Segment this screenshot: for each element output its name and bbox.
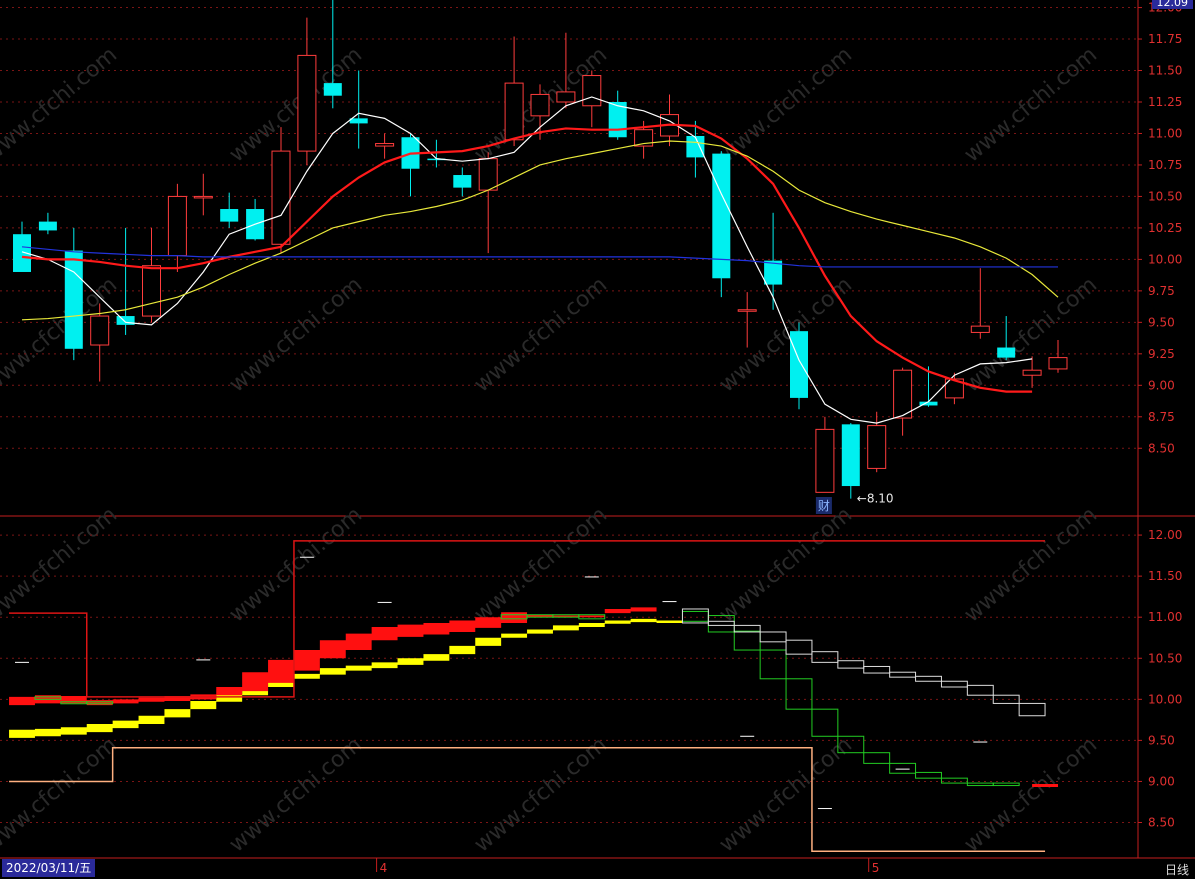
moving-average-line bbox=[21, 96, 1033, 424]
candle-body-up bbox=[582, 75, 602, 107]
indicator-tick-label: 10.00 bbox=[1148, 692, 1182, 706]
price-tick-label: 10.00 bbox=[1148, 252, 1182, 266]
watermark-text: www.cfchi.com bbox=[470, 732, 612, 857]
cursor-date-label: 2022/03/11/五 bbox=[2, 859, 96, 877]
white-box bbox=[966, 684, 994, 696]
price-extreme-label: ←8.10 bbox=[857, 492, 894, 506]
price-tick-label: 11.50 bbox=[1148, 64, 1182, 78]
green-box bbox=[915, 771, 942, 779]
candle-body-up bbox=[530, 93, 550, 117]
price-tick-label: 11.75 bbox=[1148, 32, 1182, 46]
watermark-text: www.cfchi.com bbox=[225, 732, 367, 857]
indicator-tick-label: 9.00 bbox=[1148, 774, 1175, 788]
current-price-tag: 12.09 bbox=[1151, 0, 1193, 9]
candle-body-down bbox=[323, 83, 342, 96]
watermark-text: www.cfchi.com bbox=[0, 42, 122, 167]
candle-body-up bbox=[193, 195, 213, 199]
red-band bbox=[9, 607, 657, 706]
white-box bbox=[889, 671, 917, 678]
candle-body-up bbox=[737, 309, 757, 312]
month-label: 5 bbox=[872, 861, 880, 875]
price-tick-label: 8.75 bbox=[1148, 410, 1175, 424]
price-tick-label: 9.50 bbox=[1148, 315, 1175, 329]
candle-body-up bbox=[504, 82, 524, 141]
candle-body-up bbox=[167, 195, 187, 257]
candle-body-down bbox=[220, 209, 239, 222]
price-tick-label: 10.50 bbox=[1148, 189, 1182, 203]
white-box bbox=[837, 660, 865, 669]
white-box bbox=[940, 680, 968, 688]
candle-body-up bbox=[297, 54, 317, 152]
green-box bbox=[940, 777, 968, 784]
green-box bbox=[889, 762, 917, 774]
period-daily-button[interactable]: 日线 bbox=[1165, 861, 1189, 878]
watermark-text: www.cfchi.com bbox=[715, 502, 857, 627]
watermark-text: www.cfchi.com bbox=[715, 732, 857, 857]
indicator-tick-label: 10.50 bbox=[1148, 651, 1182, 665]
candle-body-up bbox=[142, 265, 161, 317]
candle-body-down bbox=[841, 424, 860, 487]
indicator-tick-label: 11.50 bbox=[1148, 569, 1182, 583]
candle-body-down bbox=[686, 135, 705, 158]
indicator-tick-label: 8.50 bbox=[1148, 816, 1175, 830]
green-box bbox=[966, 782, 994, 787]
candle-body-up bbox=[1022, 369, 1042, 376]
indicator-tick-label: 12.00 bbox=[1148, 528, 1182, 542]
green-box bbox=[785, 678, 813, 710]
white-box bbox=[863, 665, 891, 674]
candle-body-down bbox=[453, 175, 472, 188]
event-marker-label: 财 bbox=[818, 499, 830, 513]
white-box bbox=[915, 675, 942, 682]
candle-body-up bbox=[867, 425, 887, 469]
watermark-text: www.cfchi.com bbox=[470, 502, 612, 627]
watermark-text: www.cfchi.com bbox=[0, 502, 122, 627]
watermark-text: www.cfchi.com bbox=[225, 42, 367, 167]
price-tick-label: 11.25 bbox=[1148, 95, 1182, 109]
green-box bbox=[863, 752, 891, 764]
candle-body-down bbox=[790, 331, 808, 398]
indicator-tick-label: 9.50 bbox=[1148, 733, 1175, 747]
price-tick-label: 9.25 bbox=[1148, 347, 1175, 361]
green-box bbox=[759, 649, 787, 680]
white-box bbox=[759, 631, 787, 643]
watermark-text: www.cfchi.com bbox=[960, 732, 1102, 857]
green-box bbox=[681, 610, 709, 622]
white-box bbox=[811, 651, 839, 663]
chart-canvas[interactable]: www.cfchi.com www.cfchi.com www.cfchi.com w… bbox=[0, 0, 1195, 879]
green-box bbox=[811, 708, 839, 737]
candle-body-down bbox=[349, 118, 368, 124]
price-tick-label: 8.50 bbox=[1148, 441, 1175, 455]
indicator-tick-label: 11.00 bbox=[1148, 610, 1182, 624]
candle-body-down bbox=[38, 221, 57, 231]
price-tick-label: 9.75 bbox=[1148, 284, 1175, 298]
watermark-text: www.cfchi.com bbox=[225, 502, 367, 627]
candle-body-down bbox=[64, 250, 83, 349]
candle-body-up bbox=[478, 158, 498, 191]
candle-body-up bbox=[815, 428, 835, 493]
watermark-text: www.cfchi.com bbox=[0, 732, 122, 857]
price-tick-label: 10.75 bbox=[1148, 158, 1182, 172]
green-box bbox=[733, 630, 761, 651]
candle-body-up bbox=[90, 315, 110, 346]
candle-body-up bbox=[556, 91, 576, 103]
white-box bbox=[785, 639, 813, 655]
candle-body-down bbox=[997, 347, 1016, 358]
white-box bbox=[1018, 702, 1046, 717]
candle-body-up bbox=[375, 143, 395, 147]
candle-body-up bbox=[1048, 357, 1068, 370]
green-box bbox=[992, 782, 1020, 787]
candle-body-up bbox=[893, 369, 913, 419]
price-tick-label: 9.00 bbox=[1148, 378, 1175, 392]
candle-body-up bbox=[271, 150, 291, 245]
watermark-text: www.cfchi.com bbox=[960, 42, 1102, 167]
watermark-text: www.cfchi.com bbox=[960, 502, 1102, 627]
price-tick-label: 10.25 bbox=[1148, 221, 1182, 235]
price-tick-label: 11.00 bbox=[1148, 126, 1182, 140]
candle-body-up bbox=[970, 325, 990, 333]
month-label: 4 bbox=[380, 861, 388, 875]
